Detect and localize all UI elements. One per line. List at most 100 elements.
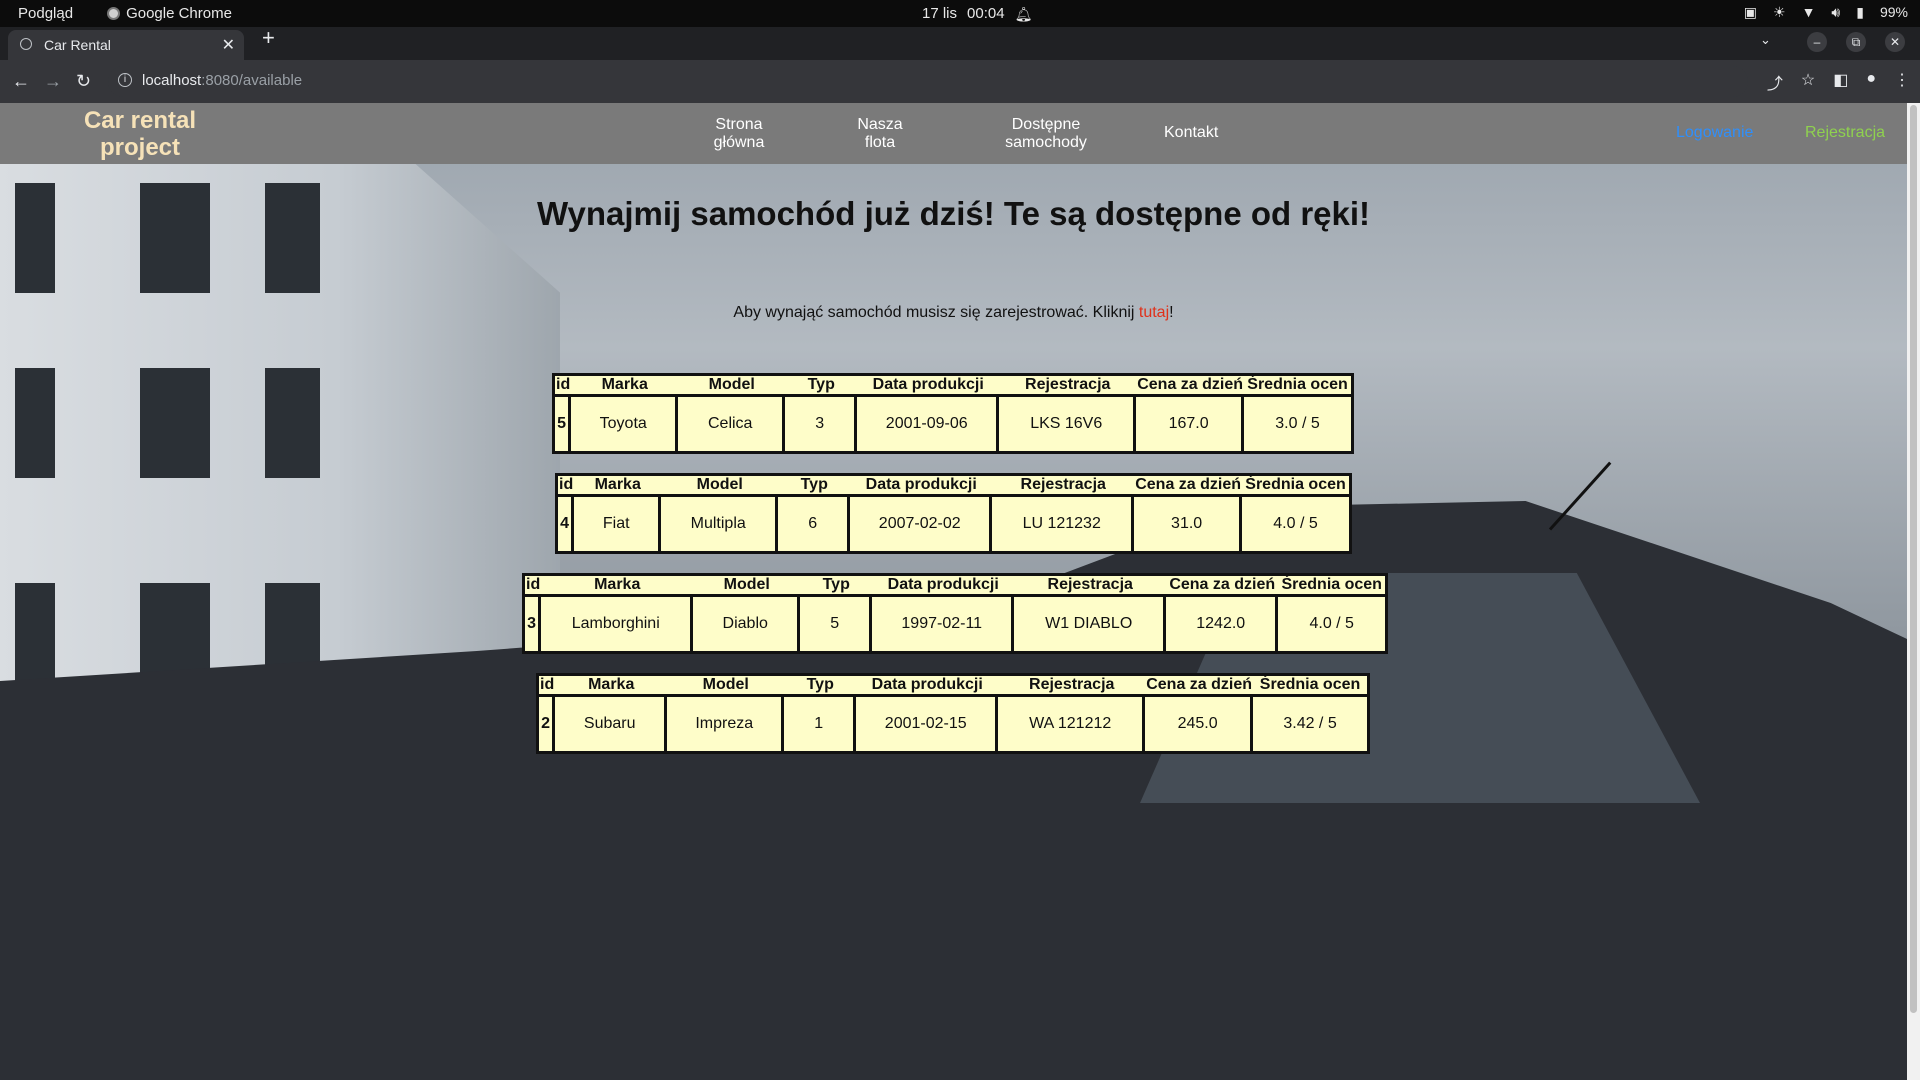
- column-header-marka: Marka: [555, 676, 668, 697]
- bookmark-star-icon[interactable]: ☆: [1801, 70, 1815, 94]
- page-headline: Wynajmij samochód już dziś! Te są dostęp…: [536, 195, 1371, 232]
- volume-icon[interactable]: 🔊︎: [1831, 4, 1840, 20]
- column-header-data-produkcji: Data produkcji: [856, 676, 999, 697]
- site-brand[interactable]: Car rental project: [60, 107, 220, 161]
- column-header-cena-za-dzien: Cena za dzień: [1145, 676, 1254, 697]
- cell-model: Multipla: [661, 497, 779, 551]
- table-row: 2 Subaru Impreza 1 2001-02-15 WA 121212 245.0 3…: [539, 697, 1367, 751]
- os-date: 17 lis: [922, 5, 958, 22]
- os-app-chrome-label: Google Chrome: [126, 5, 232, 22]
- cell-cena-za-dzien: 31.0: [1134, 497, 1243, 551]
- os-top-bar: Podgląd Google Chrome 17 lis 00:04 🔔︎ ▣ …: [0, 0, 1920, 27]
- browser-tab-strip: Car Rental ✕ + ⌄ – ⧉ ✕: [0, 25, 1920, 60]
- share-icon[interactable]: ⤴: [1767, 70, 1783, 94]
- nav-link-fleet[interactable]: Nasza flota: [840, 116, 920, 152]
- column-header-marka: Marka: [571, 376, 679, 397]
- table-header-row: id Marka Model Typ Data produkcji Rejestracja…: [555, 376, 1352, 397]
- cell-typ: 1: [784, 697, 857, 751]
- wifi-icon[interactable]: ▼: [1802, 4, 1816, 20]
- table-row: 3 Lamborghini Diablo 5 1997-02-11 W1 DIABLO 12…: [525, 597, 1385, 651]
- url-host: localhost: [142, 72, 202, 89]
- cell-marka: Lamborghini: [541, 597, 694, 651]
- window-minimize-icon[interactable]: –: [1807, 32, 1827, 52]
- register-here-link[interactable]: tutaj: [1139, 304, 1169, 321]
- battery-icon[interactable]: ▮: [1856, 4, 1864, 20]
- cell-data-produkcji: 2001-09-06: [857, 397, 1000, 451]
- column-header-data-produkcji: Data produkcji: [850, 476, 993, 497]
- login-link[interactable]: Logowanie: [1676, 124, 1753, 142]
- car-table: id Marka Model Typ Data produkcji Rejestracja…: [536, 673, 1371, 754]
- omnibox[interactable]: i localhost:8080/available: [108, 66, 1748, 97]
- cell-id: 3: [525, 597, 542, 651]
- omnibox-url[interactable]: localhost:8080/available: [142, 72, 302, 89]
- column-header-id: id: [558, 476, 575, 497]
- column-header-typ: Typ: [778, 476, 851, 497]
- nav-link-home[interactable]: Strona główna: [694, 116, 784, 152]
- cell-typ: 5: [800, 597, 873, 651]
- table-row: 4 Fiat Multipla 6 2007-02-02 LU 121232 31.0 4.0…: [558, 497, 1349, 551]
- column-header-srednia-ocen: Średnia ocen: [1253, 676, 1368, 697]
- cell-srednia-ocen: 4.0 / 5: [1273, 515, 1318, 532]
- notice-text: Aby wynająć samochód musisz się zarejest…: [733, 304, 1139, 321]
- column-header-model: Model: [693, 576, 801, 597]
- os-time: 00:04: [967, 5, 1005, 22]
- column-header-marka: Marka: [574, 476, 662, 497]
- cell-cena-za-dzien: 167.0: [1136, 397, 1245, 451]
- site-info-icon[interactable]: i: [118, 73, 132, 87]
- table-header-row: id Marka Model Typ Data produkcji Rejestracja…: [558, 476, 1350, 497]
- window-restore-icon[interactable]: ⧉: [1846, 32, 1866, 52]
- column-header-srednia-ocen: Średnia ocen: [1242, 476, 1350, 497]
- tab-search-chevron-icon[interactable]: ⌄: [1760, 32, 1771, 48]
- tray-app-icon[interactable]: ▣: [1744, 4, 1757, 20]
- profile-icon[interactable]: ●: [1866, 70, 1876, 94]
- column-header-rejestracja: Rejestracja: [999, 376, 1137, 397]
- cell-rejestracja: W1 DIABLO: [1014, 597, 1167, 651]
- column-header-srednia-ocen: Średnia ocen: [1244, 376, 1352, 397]
- browser-menu-icon[interactable]: ⋮: [1894, 70, 1910, 94]
- cell-marka: Subaru: [555, 697, 668, 751]
- notice-exclamation: !: [1169, 304, 1174, 321]
- nav-link-available-cars[interactable]: Dostępne samochody: [991, 116, 1101, 152]
- column-header-marka: Marka: [541, 576, 694, 597]
- nav-link-contact[interactable]: Kontakt: [1164, 124, 1218, 142]
- os-clock[interactable]: 17 lis 00:04 🔔︎: [922, 5, 1032, 22]
- brightness-icon[interactable]: ☀: [1773, 4, 1786, 20]
- scrollbar-thumb[interactable]: [1910, 105, 1917, 1013]
- column-header-typ: Typ: [784, 676, 857, 697]
- column-header-srednia-ocen: Średnia ocen: [1278, 576, 1386, 597]
- reload-icon[interactable]: ↻: [76, 71, 91, 92]
- column-header-rejestracja: Rejestracja: [1014, 576, 1167, 597]
- cell-id: 2: [539, 697, 556, 751]
- column-header-cena-za-dzien: Cena za dzień: [1136, 376, 1245, 397]
- cell-data-produkcji: 1997-02-11: [872, 597, 1015, 651]
- os-app-menu-chrome[interactable]: Google Chrome: [107, 5, 232, 22]
- car-table: id Marka Model Typ Data produkcji Rejestracja…: [522, 573, 1389, 654]
- cell-typ: 6: [778, 497, 851, 551]
- cell-cena-za-dzien: 1242.0: [1166, 597, 1279, 651]
- cell-srednia-ocen: 3.42 / 5: [1283, 715, 1337, 732]
- back-arrow-icon[interactable]: ←: [12, 71, 30, 92]
- cell-model: Celica: [678, 397, 786, 451]
- new-tab-plus-icon[interactable]: +: [262, 25, 275, 51]
- registration-notice: Aby wynająć samochód musisz się zarejest…: [0, 304, 1907, 322]
- tab-favicon-globe-icon: [20, 38, 32, 50]
- window-close-icon[interactable]: ✕: [1885, 32, 1905, 52]
- side-panel-icon[interactable]: ◧: [1833, 70, 1848, 94]
- table-header-row: id Marka Model Typ Data produkcji Rejestracja…: [539, 676, 1368, 697]
- os-app-menu-podglad[interactable]: Podgląd: [18, 5, 73, 22]
- page-scrollbar[interactable]: [1907, 103, 1920, 1080]
- cell-srednia-ocen: 3.0 / 5: [1275, 415, 1320, 432]
- register-link[interactable]: Rejestracja: [1805, 124, 1885, 142]
- table-header-row: id Marka Model Typ Data produkcji Rejestracja…: [525, 576, 1386, 597]
- cell-marka: Fiat: [574, 497, 662, 551]
- tab-close-icon[interactable]: ✕: [222, 35, 235, 55]
- column-header-model: Model: [667, 676, 785, 697]
- url-path: :8080/available: [201, 72, 303, 89]
- cell-id: 4: [558, 497, 575, 551]
- browser-tab-active[interactable]: Car Rental ✕: [8, 30, 244, 60]
- column-header-typ: Typ: [785, 376, 858, 397]
- cell-rejestracja: LU 121232: [992, 497, 1135, 551]
- column-header-rejestracja: Rejestracja: [992, 476, 1135, 497]
- column-header-id: id: [555, 376, 572, 397]
- forward-arrow-icon[interactable]: →: [44, 71, 62, 92]
